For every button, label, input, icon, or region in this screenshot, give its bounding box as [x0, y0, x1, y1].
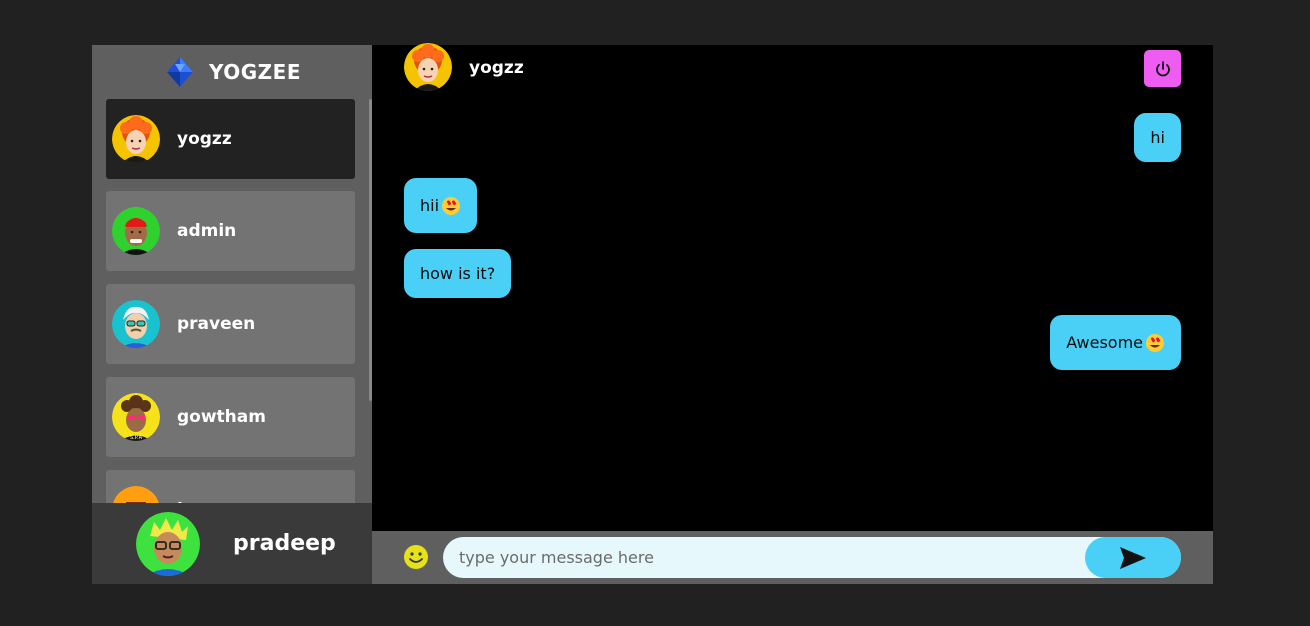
contact-item-praveen[interactable]: praveen	[106, 284, 355, 364]
contact-item-gowtham[interactable]: S.P.A gowtham	[106, 377, 355, 457]
contact-item-k[interactable]: k	[106, 470, 355, 503]
diamond-logo-icon	[166, 57, 193, 87]
message-bubble-sent: hi	[1134, 113, 1181, 162]
chat-header: yogzz	[372, 43, 1213, 95]
send-icon	[1120, 546, 1146, 569]
send-button[interactable]	[1085, 537, 1181, 578]
message-input-bar	[372, 531, 1213, 584]
avatar	[112, 115, 160, 163]
chat-app: YOGZEE yogzz admin praveen S.P.A gowtham…	[92, 43, 1213, 584]
message-text: how is it?	[420, 264, 496, 283]
chat-user-avatar	[404, 43, 452, 91]
logout-button[interactable]	[1144, 50, 1181, 87]
message-text: hii	[420, 196, 440, 215]
contact-item-admin[interactable]: admin	[106, 191, 355, 271]
current-user-name: pradeep	[233, 531, 336, 556]
brand-name: YOGZEE	[208, 60, 301, 84]
brand: YOGZEE	[92, 45, 372, 99]
message-text: Awesome	[1066, 333, 1143, 352]
message-bubble-received: hii	[404, 178, 478, 233]
chat-user-name: yogzz	[469, 58, 524, 78]
avatar	[112, 300, 160, 348]
contact-name: praveen	[177, 314, 256, 334]
power-icon	[1155, 60, 1170, 76]
chat-panel: yogzz hi hii how is it? Awesome type you…	[372, 43, 1213, 584]
avatar	[112, 486, 160, 503]
avatar	[136, 511, 200, 576]
smiley-icon[interactable]	[402, 543, 430, 571]
contact-item-yogzz[interactable]: yogzz	[106, 99, 355, 179]
message-input[interactable]	[443, 537, 1181, 578]
contact-name: admin	[177, 221, 237, 241]
current-user-profile: pradeep	[92, 503, 372, 584]
message-bubble-received: how is it?	[404, 249, 512, 298]
message-bubble-sent: Awesome	[1050, 315, 1181, 370]
svg-text:S.P.A: S.P.A	[130, 435, 143, 441]
avatar: S.P.A	[112, 393, 160, 441]
contact-list: yogzz admin praveen S.P.A gowtham	[92, 99, 372, 503]
sidebar: YOGZEE yogzz admin praveen S.P.A gowtham…	[92, 45, 372, 584]
heart-eyes-emoji-icon	[1146, 333, 1164, 352]
contact-name: yogzz	[177, 129, 232, 149]
avatar	[112, 207, 160, 255]
contact-name: gowtham	[177, 407, 266, 427]
heart-eyes-emoji-icon	[442, 196, 461, 215]
message-text: hi	[1150, 128, 1165, 147]
